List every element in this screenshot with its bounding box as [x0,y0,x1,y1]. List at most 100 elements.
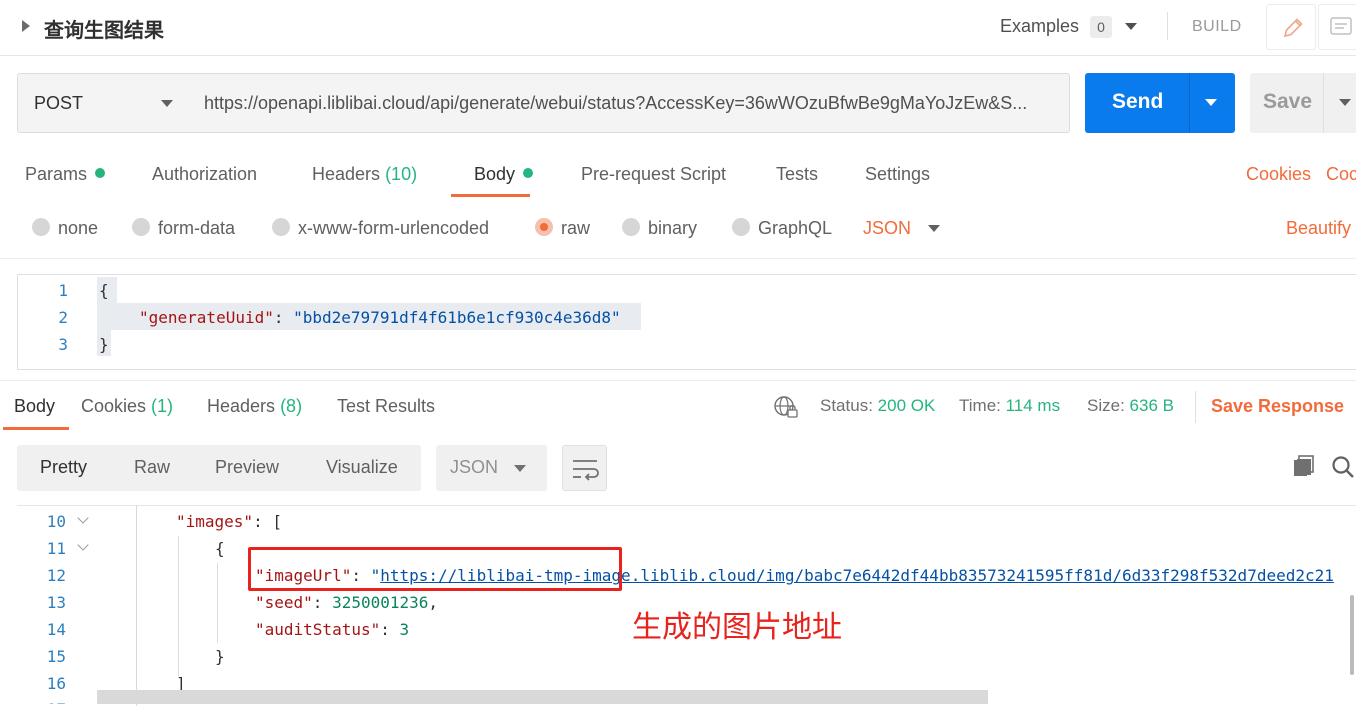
response-tab-headers[interactable]: Headers (8) [207,396,302,417]
examples-dropdown[interactable]: Examples [1000,16,1079,37]
code-text: { [215,539,225,558]
request-title-bar [0,0,1356,56]
response-tab-cookies[interactable]: Cookies (1) [81,396,173,417]
view-tab-pretty[interactable]: Pretty [40,457,87,478]
radio-label: raw [561,218,591,238]
response-format-select[interactable]: JSON [436,445,547,491]
format-label: JSON [450,457,499,477]
chevron-down-icon[interactable] [928,225,940,232]
response-tab-test-results[interactable]: Test Results [337,396,435,417]
response-size[interactable]: Size: 636 B [1087,396,1174,416]
line-number: 14 [46,620,66,639]
vertical-scrollbar[interactable] [1350,595,1354,675]
line-number: 11 [46,539,66,558]
url-input[interactable]: https://openapi.liblibai.cloud/api/gener… [190,73,1070,133]
radio-icon [732,218,750,236]
view-tab-preview[interactable]: Preview [215,457,279,478]
divider [1167,12,1168,40]
chevron-down-icon [514,465,526,472]
beautify-link[interactable]: Beautify [1286,218,1351,239]
time-label: Time: [959,396,1001,415]
edit-button[interactable] [1266,4,1316,50]
radio-icon [272,218,290,236]
tab-pre-request-script[interactable]: Pre-request Script [581,164,726,185]
tab-authorization[interactable]: Authorization [152,164,257,185]
tab-settings[interactable]: Settings [865,164,930,185]
radio-none[interactable]: none [32,218,98,239]
radio-icon [132,218,150,236]
code-text: } [99,335,109,354]
tab-body[interactable]: Body [474,164,534,185]
save-label: Save [1263,90,1313,113]
divider [1189,73,1190,133]
method-label: POST [34,93,84,113]
tab-tests[interactable]: Tests [776,164,818,185]
radio-x-www-form-urlencoded[interactable]: x-www-form-urlencoded [272,218,489,239]
divider [1195,391,1196,423]
save-options-chevron-icon[interactable] [1339,99,1351,106]
copy-icon[interactable] [1293,455,1315,477]
tab-label: Body [474,164,516,184]
line-number: 13 [46,593,66,612]
json-number-value: 3250001236 [332,593,429,612]
indent-guide [217,563,218,643]
chevron-down-icon[interactable] [1125,23,1137,30]
code-text: { [99,281,109,300]
line-number: 1 [58,281,68,300]
send-options-chevron-icon[interactable] [1205,99,1217,106]
radio-graphql[interactable]: GraphQL [732,218,832,239]
annotation-label: 生成的图片地址 [632,610,842,645]
wrap-lines-button[interactable] [562,445,607,491]
response-tab-body[interactable]: Body [14,396,55,417]
status-dot-icon [523,168,534,178]
radio-selected-icon [535,218,553,236]
line-number: 17 [36,700,66,704]
request-title[interactable]: 查询生图结果 [44,14,164,43]
line-number: 16 [46,674,66,693]
save-button[interactable]: Save [1250,73,1356,133]
search-icon[interactable] [1331,455,1355,479]
body-format-select[interactable]: JSON [863,218,911,239]
tab-label: Params [25,164,88,184]
radio-label: binary [648,218,698,238]
size-value: 636 B [1129,396,1174,415]
line-number: 3 [58,335,68,354]
divider [0,258,1356,259]
view-tab-visualize[interactable]: Visualize [326,457,398,478]
json-string-value: "bbd2e79791df4f61b6e1cf930c4e36d8" [293,308,621,327]
radio-binary[interactable]: binary [622,218,697,239]
json-key: "images" [176,512,254,531]
view-tab-raw[interactable]: Raw [134,457,170,478]
send-button[interactable]: Send [1085,73,1235,133]
response-status[interactable]: Status: 200 OK [820,396,935,416]
tab-headers[interactable]: Headers (10) [312,164,417,185]
save-response-button[interactable]: Save Response [1211,396,1356,417]
comments-button[interactable] [1318,4,1356,50]
globe-lock-icon[interactable] [774,395,798,419]
horizontal-scrollbar[interactable] [97,690,988,704]
gutter-divider [136,506,137,706]
response-time[interactable]: Time: 114 ms [959,396,1060,416]
active-tab-indicator [3,427,69,430]
line-number: 10 [46,512,66,531]
radio-form-data[interactable]: form-data [132,218,235,239]
annotation-highlight-box [248,547,622,591]
json-comma: , [428,593,439,612]
cookies-link[interactable]: Cookies [1246,164,1311,185]
pencil-icon [1283,18,1303,38]
code-line: "seed": 3250001236, [255,593,438,612]
headers-count: (8) [280,396,303,416]
tab-params[interactable]: Params [25,164,106,185]
build-button[interactable]: BUILD [1192,18,1242,36]
method-select[interactable]: POST [17,73,191,133]
radio-icon [622,218,640,236]
expand-caret-icon[interactable] [22,20,30,32]
line-number: 15 [46,647,66,666]
tab-label: Headers [207,396,276,416]
radio-raw[interactable]: raw [535,218,590,239]
code-link[interactable]: Coc [1326,164,1356,185]
comment-icon [1330,17,1352,35]
json-key: "auditStatus" [255,620,381,639]
radio-icon [32,218,50,236]
json-key: "seed" [255,593,313,612]
